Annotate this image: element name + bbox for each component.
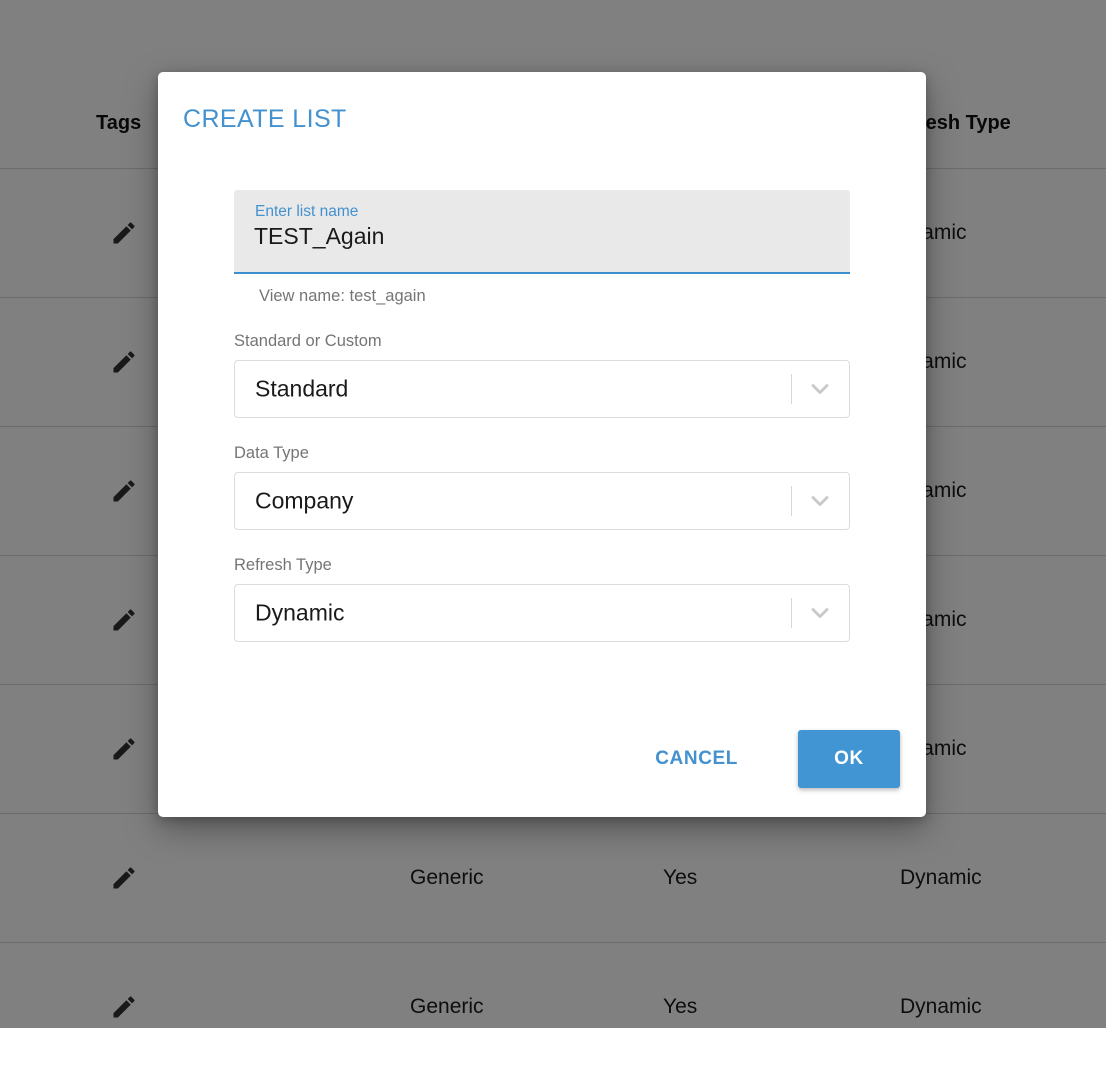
select-standard-or-custom[interactable]: Standard — [234, 360, 850, 418]
chevron-down-icon[interactable] — [806, 599, 834, 627]
field-data-type: Data Type Company — [234, 444, 850, 530]
select-divider — [791, 598, 792, 628]
select-value-standard-or-custom: Standard — [255, 375, 349, 402]
select-divider — [791, 486, 792, 516]
select-value-refresh-type: Dynamic — [255, 599, 345, 626]
dialog-actions: CANCEL OK — [637, 730, 900, 788]
select-refresh-type[interactable]: Dynamic — [234, 584, 850, 642]
ok-button[interactable]: OK — [798, 730, 900, 788]
list-name-label: Enter list name — [255, 203, 359, 220]
field-label-refresh-type: Refresh Type — [234, 556, 332, 574]
select-data-type[interactable]: Company — [234, 472, 850, 530]
select-divider — [791, 374, 792, 404]
field-refresh-type: Refresh Type Dynamic — [234, 556, 850, 642]
cancel-button[interactable]: CANCEL — [637, 736, 756, 782]
list-name-input[interactable]: Enter list name TEST_Again — [234, 190, 850, 274]
dialog-title: CREATE LIST — [183, 105, 347, 133]
field-label-data-type: Data Type — [234, 444, 309, 462]
field-standard-or-custom: Standard or Custom Standard — [234, 332, 850, 418]
dialog-form: Enter list name TEST_Again View name: te… — [234, 190, 850, 642]
select-value-data-type: Company — [255, 487, 354, 514]
create-list-dialog: CREATE LIST Enter list name TEST_Again V… — [158, 72, 926, 817]
list-name-value: TEST_Again — [254, 223, 385, 249]
view-name-helper-text: View name: test_again — [259, 287, 426, 305]
field-label-standard-or-custom: Standard or Custom — [234, 332, 382, 350]
chevron-down-icon[interactable] — [806, 375, 834, 403]
chevron-down-icon[interactable] — [806, 487, 834, 515]
